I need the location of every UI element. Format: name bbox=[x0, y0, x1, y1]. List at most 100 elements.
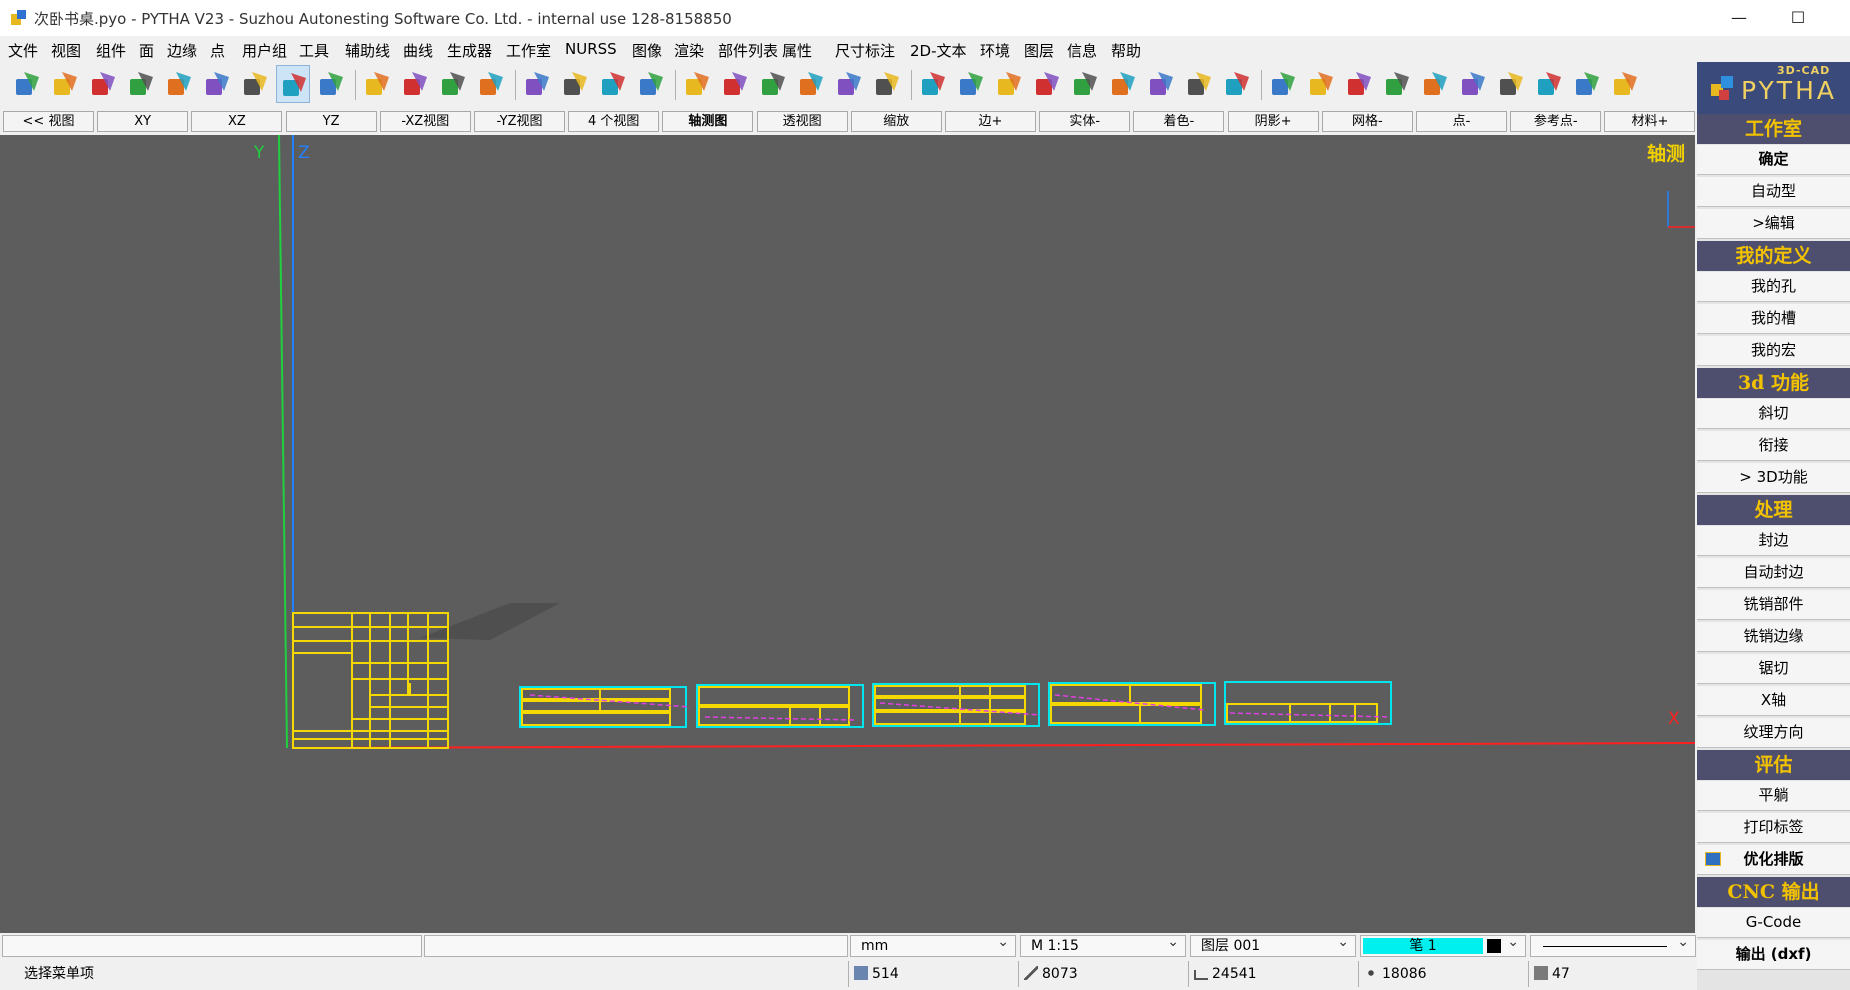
hammer2-tool-button[interactable] bbox=[398, 65, 432, 103]
triangle-tool-button[interactable] bbox=[86, 65, 120, 103]
compass-tool-button[interactable] bbox=[162, 65, 196, 103]
view-button[interactable]: 边+ bbox=[945, 111, 1036, 132]
parts-list-tool-button[interactable] bbox=[954, 65, 988, 103]
eye-tool-button[interactable] bbox=[596, 65, 630, 103]
stars-tool-button[interactable] bbox=[124, 65, 158, 103]
menu-item[interactable]: 用户组 bbox=[242, 40, 287, 61]
menu-item[interactable]: 尺寸标注 bbox=[835, 40, 895, 61]
menu-item[interactable]: 渲染 bbox=[674, 40, 704, 61]
view-button[interactable]: 网格- bbox=[1321, 111, 1413, 132]
view-button[interactable]: 缩放 bbox=[850, 111, 942, 132]
panel-command-button[interactable]: 自动型 bbox=[1697, 177, 1850, 207]
layer-select[interactable]: 图层 001 bbox=[1190, 932, 1356, 957]
pen-select[interactable]: 笔 1 bbox=[1360, 932, 1526, 957]
panel-command-button[interactable]: 衔接 bbox=[1697, 431, 1850, 461]
hammer4-tool-button[interactable] bbox=[474, 65, 508, 103]
menu-item[interactable]: 帮助 bbox=[1111, 40, 1141, 61]
delete-tool-button[interactable] bbox=[1304, 65, 1338, 103]
attr-tool-button[interactable] bbox=[916, 65, 950, 103]
boxes-tool-button[interactable] bbox=[1380, 65, 1414, 103]
panel-command-button[interactable]: 锯切 bbox=[1697, 654, 1850, 684]
menu-item[interactable]: 生成器 bbox=[447, 40, 492, 61]
view-button[interactable]: -XZ视图 bbox=[379, 111, 471, 132]
menu-item[interactable]: 属性 bbox=[782, 40, 812, 61]
panel-command-button[interactable]: >编辑 bbox=[1697, 209, 1850, 239]
menu-item[interactable]: 部件列表 bbox=[718, 40, 778, 61]
panel-command-button[interactable]: 输出 (dxf) bbox=[1697, 940, 1850, 970]
view-button[interactable]: 参考点- bbox=[1510, 111, 1602, 132]
view-button[interactable]: XY bbox=[97, 111, 189, 132]
hammer-tool-button[interactable] bbox=[360, 65, 394, 103]
menu-item[interactable]: 组件 bbox=[96, 40, 126, 61]
upload-tool-button[interactable] bbox=[680, 65, 714, 103]
curve-tool-button[interactable] bbox=[200, 65, 234, 103]
view-button[interactable]: 着色- bbox=[1133, 111, 1225, 132]
view-button[interactable]: YZ bbox=[285, 111, 377, 132]
stamp-tool-button[interactable] bbox=[1532, 65, 1566, 103]
panel-command-button[interactable]: > 3D功能 bbox=[1697, 463, 1850, 493]
lamp-tool-button[interactable] bbox=[558, 65, 592, 103]
camera-tool-button[interactable] bbox=[520, 65, 554, 103]
panel-command-button[interactable]: 铣销边缘 bbox=[1697, 622, 1850, 652]
undo-tool-button[interactable] bbox=[832, 65, 866, 103]
move-box-tool-button[interactable] bbox=[1342, 65, 1376, 103]
tree-tool-button[interactable] bbox=[1182, 65, 1216, 103]
panel-command-button[interactable]: G-Code bbox=[1697, 908, 1850, 938]
menu-item[interactable]: 环境 bbox=[980, 40, 1010, 61]
tube-tool-button[interactable] bbox=[1494, 65, 1528, 103]
view-button[interactable]: 阴影+ bbox=[1227, 111, 1319, 132]
panel-command-button[interactable]: X轴 bbox=[1697, 686, 1850, 716]
menu-item[interactable]: 工具 bbox=[299, 40, 329, 61]
maximize-button[interactable]: ☐ bbox=[1775, 0, 1821, 36]
cup-tool-button[interactable] bbox=[794, 65, 828, 103]
menu-item[interactable]: 面 bbox=[139, 40, 154, 61]
panel-command-button[interactable]: 打印标签 bbox=[1697, 813, 1850, 843]
menu-item[interactable]: 图像 bbox=[632, 40, 662, 61]
panel-command-button[interactable]: 纹理方向 bbox=[1697, 718, 1850, 748]
panel-command-button[interactable]: 封边 bbox=[1697, 526, 1850, 556]
view-button[interactable]: 点- bbox=[1416, 111, 1507, 132]
panel-command-button[interactable]: 我的宏 bbox=[1697, 336, 1850, 366]
refresh-tool-button[interactable] bbox=[1266, 65, 1300, 103]
fold-tool-button[interactable] bbox=[314, 65, 348, 103]
panel-command-button[interactable]: 我的槽 bbox=[1697, 304, 1850, 334]
view-button[interactable]: 透视图 bbox=[756, 111, 848, 132]
gears-tool-button[interactable] bbox=[238, 65, 272, 103]
printer-tool-button[interactable] bbox=[634, 65, 668, 103]
panel-command-button[interactable]: 确定 bbox=[1697, 145, 1850, 175]
view-button[interactable]: 轴测图 bbox=[662, 111, 754, 132]
view-button[interactable]: << 视图 bbox=[3, 111, 94, 132]
3d-viewport[interactable]: Y Z X 轴测 bbox=[0, 135, 1695, 933]
menu-item[interactable]: 2D-文本 bbox=[910, 40, 967, 61]
rotate-box-tool-button[interactable] bbox=[1418, 65, 1452, 103]
info-tool-button[interactable] bbox=[1220, 65, 1254, 103]
cube-tool-button[interactable] bbox=[10, 65, 44, 103]
cheese-tool-button[interactable] bbox=[1570, 65, 1604, 103]
menu-item[interactable]: NURSS bbox=[565, 40, 617, 58]
menu-item[interactable]: 曲线 bbox=[403, 40, 433, 61]
hatch-tool-button[interactable] bbox=[1106, 65, 1140, 103]
menu-item[interactable]: 信息 bbox=[1067, 40, 1097, 61]
panel-command-button[interactable]: 斜切 bbox=[1697, 399, 1850, 429]
view-button[interactable]: 4 个视图 bbox=[568, 111, 660, 132]
minimize-button[interactable]: — bbox=[1716, 0, 1762, 36]
view-button[interactable]: XZ bbox=[191, 111, 283, 132]
document-tool-button[interactable] bbox=[1068, 65, 1102, 103]
prism-tool-button[interactable] bbox=[48, 65, 82, 103]
menu-item[interactable]: 视图 bbox=[51, 40, 81, 61]
menu-item[interactable]: 辅助线 bbox=[345, 40, 390, 61]
menu-item[interactable]: 图层 bbox=[1024, 40, 1054, 61]
redo-tool-button[interactable] bbox=[870, 65, 904, 103]
hundred-tool-button[interactable] bbox=[1030, 65, 1064, 103]
hook-tool-button[interactable] bbox=[756, 65, 790, 103]
menu-item[interactable]: 工作室 bbox=[506, 40, 551, 61]
panel-command-button[interactable]: 自动封边 bbox=[1697, 558, 1850, 588]
unit-select[interactable]: mm bbox=[850, 932, 1016, 957]
line-style-select[interactable] bbox=[1530, 932, 1696, 957]
panel-command-button[interactable]: 优化排版 bbox=[1697, 845, 1850, 875]
layer-stack-tool-button[interactable] bbox=[1144, 65, 1178, 103]
scissors-tool-button[interactable] bbox=[1608, 65, 1642, 103]
panel-command-button[interactable]: 铣销部件 bbox=[1697, 590, 1850, 620]
view-button[interactable]: 实体- bbox=[1039, 111, 1131, 132]
scale-select[interactable]: M 1:15 bbox=[1020, 932, 1186, 957]
